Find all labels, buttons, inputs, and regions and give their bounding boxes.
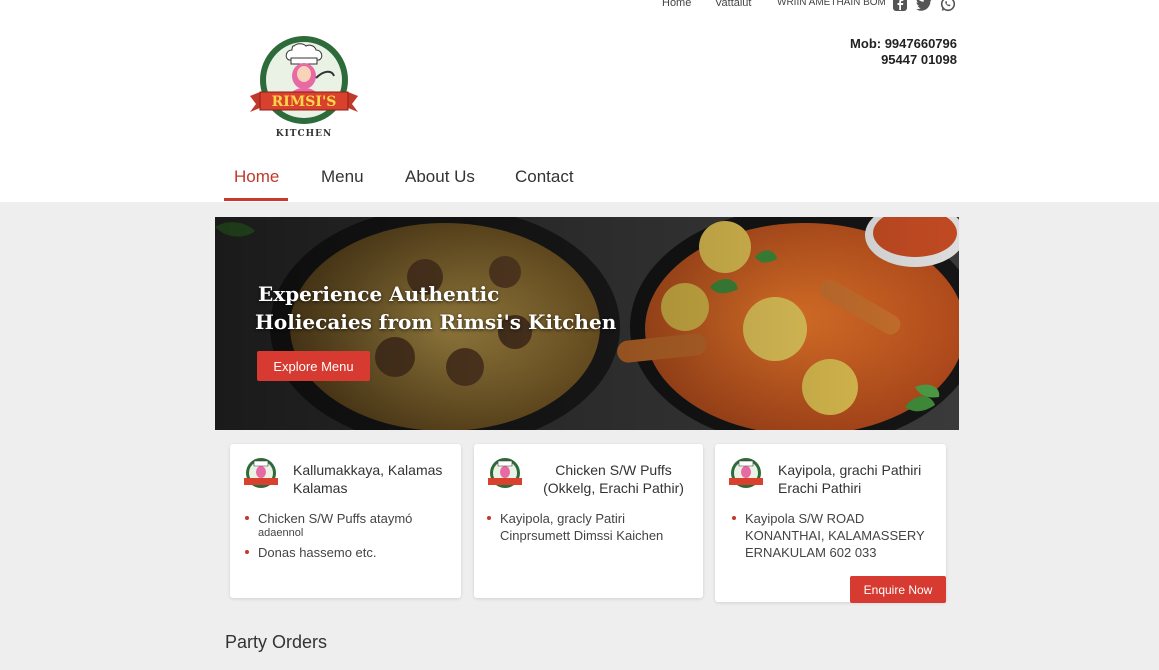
card-title: Kallumakkaya, Kalamas Kalamas <box>293 461 442 497</box>
social-icons <box>892 0 962 14</box>
mobile-number-2: 95447 01098 <box>881 52 957 67</box>
nav-item-contact[interactable]: Contact <box>515 166 574 188</box>
facebook-icon[interactable] <box>892 0 908 12</box>
card-bullets: Kayipola S/W ROAD KONANTHAI, KALAMASSERY… <box>731 510 925 561</box>
bullet-text: Kayipola S/W ROAD <box>745 511 865 526</box>
menu-card-2: Chicken S/W Puffs (Okkelg, Erachi Pathir… <box>474 444 703 598</box>
nav-active-indicator <box>224 198 288 201</box>
bullet-text: Donas hassemo etc. <box>258 545 377 560</box>
explore-menu-button[interactable]: Explore Menu <box>257 351 370 381</box>
card-title-line-2: Erachi Pathiri <box>778 480 862 496</box>
hero-title: Experience Authentic Holiecaies from Rim… <box>255 280 616 336</box>
bullet-subtext: KONANTHAI, KALAMASSERY <box>745 528 925 543</box>
card-title-line-1: Chicken S/W Puffs <box>555 462 672 478</box>
list-item: Chicken S/W Puffs ataymó <box>244 510 412 527</box>
card-logo-icon <box>488 458 522 488</box>
card-title-line-1: Kallumakkaya, Kalamas <box>293 462 443 478</box>
nav-item-about-us[interactable]: About Us <box>405 166 475 188</box>
bullet-text: Chicken S/W Puffs ataymó <box>258 511 413 526</box>
mobile-number-1: Mob: 9947660796 <box>850 36 957 51</box>
hero-title-line-2: Holiecaies from Rimsi's Kitchen <box>255 310 617 334</box>
twitter-icon[interactable] <box>916 0 933 12</box>
card-title-line-2: (Okkelg, Erachi Pathir) <box>543 480 684 496</box>
site-header <box>0 0 1159 202</box>
site-logo[interactable]: RIMSI'S KITCHEN <box>246 28 362 146</box>
bullet-subtext-2: ERNAKULAM 602 033 <box>745 545 877 560</box>
card-logo-icon <box>244 458 278 488</box>
list-item: Kayipola, gracly Patiri <box>486 510 663 527</box>
card-title: Kayipola, grachi Pathiri Erachi Pathiri <box>778 461 921 497</box>
menu-card-3: Kayipola, grachi Pathiri Erachi Pathiri … <box>715 444 946 603</box>
menu-card-1: Kallumakkaya, Kalamas Kalamas Chicken S/… <box>230 444 461 598</box>
nav-item-home[interactable]: Home <box>234 166 279 188</box>
hero-title-line-1: Experience Authentic <box>258 282 500 306</box>
logo-subtext: KITCHEN <box>276 129 332 139</box>
bullet-subtext: adaennol <box>258 527 304 539</box>
bullet-subtext: Cinprsumett Dimssi Kaichen <box>500 528 664 543</box>
top-link-home[interactable]: Home <box>662 0 691 9</box>
card-bullets: Chicken S/W Puffs ataymó adaennol Donas … <box>244 510 412 561</box>
list-item: Kayipola S/W ROAD <box>731 510 925 527</box>
enquire-now-button[interactable]: Enquire Now <box>850 576 946 603</box>
top-link-3[interactable]: WRIIN AMETHAIN BOM <box>777 0 886 8</box>
top-link-2[interactable]: Vattaiut <box>715 0 752 9</box>
bullet-text: Kayipola, gracly Patiri <box>500 511 625 526</box>
section-title-party-orders: Party Orders <box>225 632 328 652</box>
nav-item-menu[interactable]: Menu <box>321 166 364 188</box>
list-item: Donas hassemo etc. <box>244 544 412 561</box>
card-logo-icon <box>729 458 763 488</box>
whatsapp-icon[interactable] <box>940 0 956 12</box>
contact-phone: Mob: 9947660796 95447 01098 <box>850 36 957 68</box>
card-title-line-2: Kalamas <box>293 480 348 496</box>
logo-text: RIMSI'S <box>272 94 337 110</box>
card-title-line-1: Kayipola, grachi Pathiri <box>778 462 922 478</box>
hero-banner: Experience Authentic Holiecaies from Rim… <box>215 217 959 430</box>
card-bullets: Kayipola, gracly Patiri Cinprsumett Dims… <box>486 510 663 544</box>
card-title: Chicken S/W Puffs (Okkelg, Erachi Pathir… <box>536 461 691 497</box>
